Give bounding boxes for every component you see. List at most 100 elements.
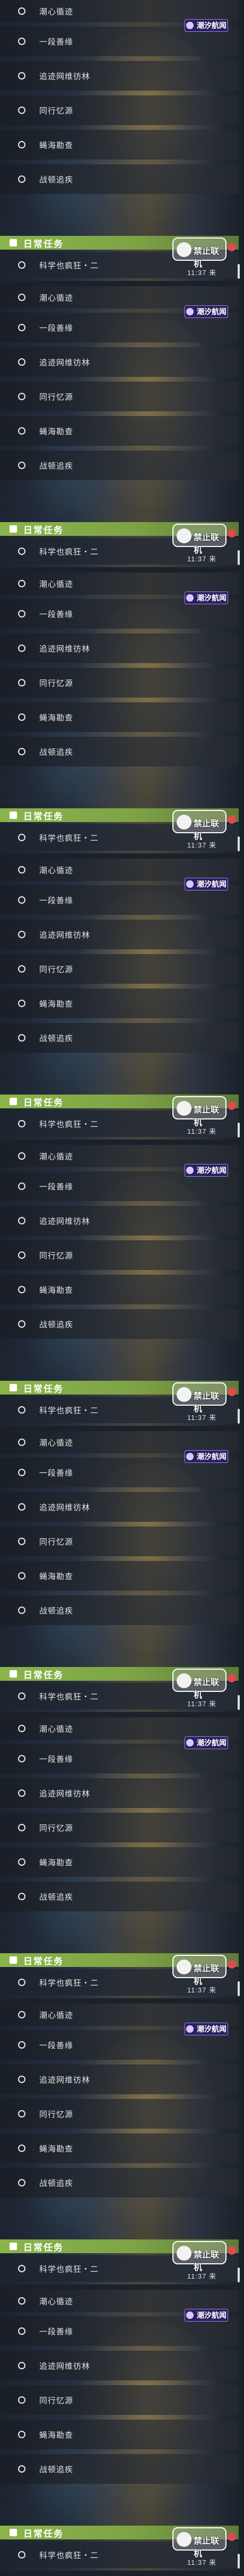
tidal-news-badge[interactable]: 潮汐航闻: [185, 2309, 228, 2322]
quest-item[interactable]: 同行忆源: [0, 1527, 239, 1556]
quest-label: 追迹网维彷林: [39, 2075, 91, 2085]
quest-item[interactable]: 潮汐航闻 一段善缘: [0, 1450, 239, 1487]
time-readout: 11:37 来: [187, 1414, 216, 1422]
no-coop-box: 禁止联机: [172, 1382, 226, 1414]
quest-item[interactable]: 同行忆源: [0, 954, 239, 984]
circle-icon: [18, 175, 25, 183]
quest-item[interactable]: 战顿追疾: [0, 737, 239, 766]
tidal-news-badge[interactable]: 潮汐航闻: [185, 878, 228, 890]
quest-item[interactable]: 追迹网维彷林: [0, 920, 239, 949]
quest-list: 潮心循迹 潮汐航闻 一段善缘 追迹网维彷林 同行忆源 蝇海勘查 战顿追疾: [0, 286, 239, 485]
scrollbar[interactable]: [238, 1123, 240, 1137]
scrollbar[interactable]: [238, 2268, 240, 2282]
quest-item[interactable]: 战顿追疾: [0, 1309, 239, 1339]
quest-item[interactable]: 同行忆源: [0, 1813, 239, 1842]
quest-label: 追迹网维彷林: [39, 1503, 91, 1512]
quest-item[interactable]: 潮汐航闻 一段善缘: [0, 2023, 239, 2060]
quest-item[interactable]: 战顿追疾: [0, 1882, 239, 1911]
no-coop-indicator[interactable]: 禁止联机: [167, 2527, 236, 2559]
quest-item[interactable]: 同行忆源: [0, 95, 239, 125]
quest-item[interactable]: 战顿追疾: [0, 451, 239, 480]
quest-label: 蝇海勘查: [39, 1572, 74, 1581]
quest-item[interactable]: 同行忆源: [0, 2385, 239, 2415]
no-coop-indicator[interactable]: 禁止联机: [167, 810, 236, 841]
quest-item[interactable]: 潮汐航闻 一段善缘: [0, 19, 239, 56]
quest-item[interactable]: 蝇海勘查: [0, 130, 239, 160]
quest-item[interactable]: 追迹网维彷林: [0, 1206, 239, 1236]
tidal-news-badge[interactable]: 潮汐航闻: [185, 1450, 228, 1463]
no-coop-indicator[interactable]: 禁止联机: [167, 237, 236, 269]
tidal-news-badge[interactable]: 潮汐航闻: [185, 592, 228, 604]
quest-item[interactable]: 蝇海勘查: [0, 1561, 239, 1591]
circle-icon: [18, 2362, 25, 2369]
scrollbar[interactable]: [238, 1981, 240, 1996]
scrollbar[interactable]: [238, 1409, 240, 1424]
scrollbar[interactable]: [238, 1695, 240, 1710]
tidal-news-badge[interactable]: 潮汐航闻: [185, 19, 228, 32]
quest-item[interactable]: 潮汐航闻 一段善缘: [0, 305, 239, 342]
daily-task-label: 日常任务: [23, 1670, 64, 1680]
quest-item[interactable]: 战顿追疾: [0, 1023, 239, 1053]
no-coop-indicator[interactable]: 禁止联机: [167, 1382, 236, 1414]
quest-item[interactable]: 同行忆源: [0, 1240, 239, 1270]
quest-label: 战顿追疾: [39, 747, 74, 757]
face-icon: [177, 1387, 191, 1402]
circle-icon: [18, 38, 25, 45]
quest-label: 一段善缘: [39, 323, 74, 333]
circle-icon: [18, 645, 25, 652]
quest-item[interactable]: 追迹网维彷林: [0, 2065, 239, 2094]
quest-item[interactable]: 战顿追疾: [0, 1595, 239, 1625]
quest-item[interactable]: 战顿追疾: [0, 2454, 239, 2484]
quest-item[interactable]: 同行忆源: [0, 382, 239, 411]
quest-item[interactable]: 蝇海勘查: [0, 702, 239, 732]
circle-icon: [18, 1858, 25, 1866]
quest-item[interactable]: 潮汐航闻 一段善缘: [0, 1164, 239, 1201]
quest-item[interactable]: 蝇海勘查: [0, 416, 239, 446]
scrollbar[interactable]: [238, 264, 240, 279]
quest-item[interactable]: 同行忆源: [0, 2099, 239, 2129]
circle-icon: [18, 2465, 25, 2473]
calendar-icon: [10, 1956, 17, 1964]
quest-item[interactable]: 追迹网维彷林: [0, 347, 239, 377]
no-coop-indicator[interactable]: 禁止联机: [167, 1096, 236, 1127]
quest-item[interactable]: 同行忆源: [0, 668, 239, 698]
circle-icon: [18, 2110, 25, 2118]
quest-item[interactable]: 蝇海勘查: [0, 989, 239, 1018]
scrollbar[interactable]: [238, 836, 240, 851]
quest-item[interactable]: 蝇海勘查: [0, 2133, 239, 2163]
quest-item[interactable]: 追迹网维彷林: [0, 1492, 239, 1522]
quest-item[interactable]: 蝇海勘查: [0, 1275, 239, 1304]
tidal-news-badge[interactable]: 潮汐航闻: [185, 305, 228, 318]
circle-icon: [18, 294, 25, 301]
quest-item[interactable]: 潮汐航闻 一段善缘: [0, 592, 239, 629]
badge-label: 潮汐航闻: [197, 594, 226, 602]
tidal-news-badge[interactable]: 潮汐航闻: [185, 1164, 228, 1177]
daily-task-label: 日常任务: [23, 2528, 64, 2539]
no-coop-indicator[interactable]: 禁止联机: [167, 524, 236, 555]
tidal-news-badge[interactable]: 潮汐航闻: [185, 2023, 228, 2035]
quest-item[interactable]: 潮汐航闻 一段善缘: [0, 2309, 239, 2346]
scrollbar[interactable]: [238, 2554, 240, 2569]
quest-item[interactable]: 追迹网维彷林: [0, 2351, 239, 2380]
time-readout: 11:37 来: [187, 269, 216, 277]
quest-item[interactable]: 潮汐航闻 一段善缘: [0, 878, 239, 915]
no-coop-indicator[interactable]: 禁止联机: [167, 1955, 236, 1986]
panel-divider: [0, 567, 244, 572]
no-coop-indicator[interactable]: 禁止联机: [167, 1669, 236, 1700]
quest-item[interactable]: 蝇海勘查: [0, 2420, 239, 2449]
no-coop-indicator[interactable]: 禁止联机: [167, 2241, 236, 2272]
quest-item[interactable]: 潮汐航闻 一段善缘: [0, 1736, 239, 1774]
tidal-icon: [186, 1167, 194, 1174]
quest-label: 蝇海勘查: [39, 140, 74, 150]
tidal-news-badge[interactable]: 潮汐航闻: [185, 1736, 228, 1749]
quest-item[interactable]: 战顿追疾: [0, 164, 239, 194]
quest-item[interactable]: 追迹网维彷林: [0, 633, 239, 663]
calendar-icon: [10, 1384, 17, 1391]
circle-icon: [18, 1152, 25, 1160]
quest-item[interactable]: 蝇海勘查: [0, 1847, 239, 1877]
quest-item[interactable]: 追迹网维彷林: [0, 61, 239, 91]
circle-icon: [18, 1439, 25, 1446]
quest-item[interactable]: 战顿追疾: [0, 2168, 239, 2198]
scrollbar[interactable]: [238, 550, 240, 565]
quest-item[interactable]: 追迹网维彷林: [0, 1778, 239, 1808]
